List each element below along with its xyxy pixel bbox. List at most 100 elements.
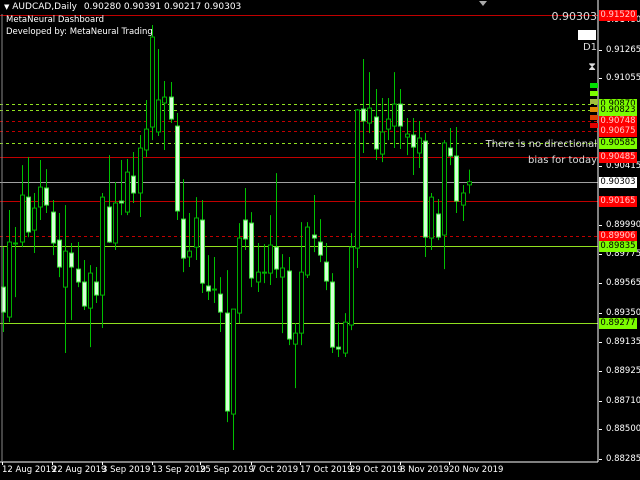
candle	[38, 160, 43, 221]
bear-candle-body	[107, 206, 112, 243]
bull-candle-body	[268, 244, 273, 274]
bull-candle-body	[162, 96, 167, 104]
bear-candle-body	[44, 187, 49, 206]
candle	[274, 173, 279, 279]
candle	[144, 99, 149, 157]
candle	[63, 205, 68, 354]
candle	[57, 213, 62, 278]
candle	[150, 24, 155, 141]
strength-square	[590, 123, 598, 128]
time-tick-mark	[152, 462, 153, 465]
bull-candle-body	[63, 250, 68, 288]
bull-candle-body	[467, 181, 472, 186]
candles	[1, 24, 472, 451]
bull-candle-body	[380, 131, 385, 155]
bear-candle-body	[318, 241, 323, 256]
bear-candle-body	[312, 234, 317, 239]
ohlc-values: 0.90280 0.90391 0.90217 0.90303	[83, 2, 242, 12]
bear-candle-body	[200, 219, 205, 284]
bear-candle-body	[131, 175, 136, 194]
bear-candle-body	[423, 140, 428, 238]
candle	[169, 81, 174, 124]
bull-candle-body	[417, 137, 422, 154]
bull-candle-body	[280, 267, 285, 278]
time-tick-label: 17 Oct 2019	[300, 465, 353, 475]
price-tick-mark	[599, 50, 602, 51]
price-tick-mark	[599, 78, 602, 79]
candle	[386, 98, 391, 141]
price-chart[interactable]	[0, 0, 640, 480]
bull-candle-body	[138, 147, 143, 194]
time-tick-mark	[200, 462, 201, 465]
time-tick-mark	[449, 462, 450, 465]
candle	[287, 257, 292, 346]
bear-candle-body	[243, 219, 248, 240]
candle	[156, 48, 161, 136]
candle	[448, 127, 453, 166]
price-tick-mark	[599, 313, 602, 314]
bull-candle-body	[150, 36, 155, 128]
price-tick-label: 0.89565	[606, 278, 640, 288]
candle	[361, 59, 366, 154]
bear-candle-body	[454, 155, 459, 202]
bear-candle-body	[336, 346, 341, 350]
candle	[231, 308, 236, 451]
candle	[442, 140, 447, 270]
bull-candle-body	[156, 99, 161, 133]
candle	[138, 135, 143, 218]
candle	[324, 243, 329, 291]
price-tick-mark	[599, 371, 602, 372]
price-tick-label: 0.88710	[606, 396, 640, 406]
level-price-label: 0.91520	[599, 10, 637, 21]
bull-candle-body	[305, 226, 310, 276]
time-tick-label: 13 Sep 2019	[152, 465, 206, 475]
price-tick-mark	[599, 429, 602, 430]
dashboard-white-box	[578, 30, 596, 40]
candle	[392, 72, 397, 149]
bull-candle-body	[293, 332, 298, 345]
bull-candle-body	[392, 103, 397, 127]
bull-candle-body	[88, 272, 93, 309]
candle	[175, 113, 180, 221]
candle	[405, 117, 410, 156]
bear-candle-body	[26, 196, 31, 233]
candle	[100, 192, 105, 329]
candle	[26, 156, 31, 238]
candle	[94, 267, 99, 304]
candle	[380, 98, 385, 163]
candle	[13, 227, 18, 298]
candle	[305, 222, 310, 279]
candle	[355, 109, 360, 269]
candle	[20, 165, 25, 248]
candle	[429, 192, 434, 251]
time-tick-label: 29 Oct 2019	[350, 465, 403, 475]
bear-candle-body	[69, 252, 74, 268]
dashboard-price: 0.90303	[551, 10, 598, 23]
bear-candle-body	[175, 125, 180, 212]
bear-candle-body	[436, 213, 441, 238]
candle	[82, 260, 87, 311]
price-tick-mark	[599, 283, 602, 284]
price-tick-mark	[599, 342, 602, 343]
level-price-label: 0.90303	[599, 177, 637, 188]
candle	[76, 242, 81, 288]
strength-square	[590, 83, 598, 88]
candle	[398, 88, 403, 150]
triangle-down-icon[interactable]: ▼	[4, 3, 9, 11]
bear-candle-body	[82, 281, 87, 307]
bull-candle-body	[187, 250, 192, 258]
time-tick-label: 20 Nov 2019	[449, 465, 504, 475]
chart-shift-marker-icon[interactable]	[479, 1, 487, 6]
price-tick-mark	[599, 401, 602, 402]
level-price-label: 0.90675	[599, 126, 637, 137]
candle	[367, 72, 372, 134]
candle	[7, 210, 12, 323]
time-tick-mark	[102, 462, 103, 465]
bull-candle-body	[299, 271, 304, 334]
candle	[343, 313, 348, 358]
bull-candle-body	[343, 321, 348, 354]
symbol-label: AUDCAD,Daily	[12, 2, 77, 12]
price-tick-label: 0.89135	[606, 337, 640, 347]
candle	[454, 127, 459, 214]
bear-candle-body	[181, 218, 186, 259]
